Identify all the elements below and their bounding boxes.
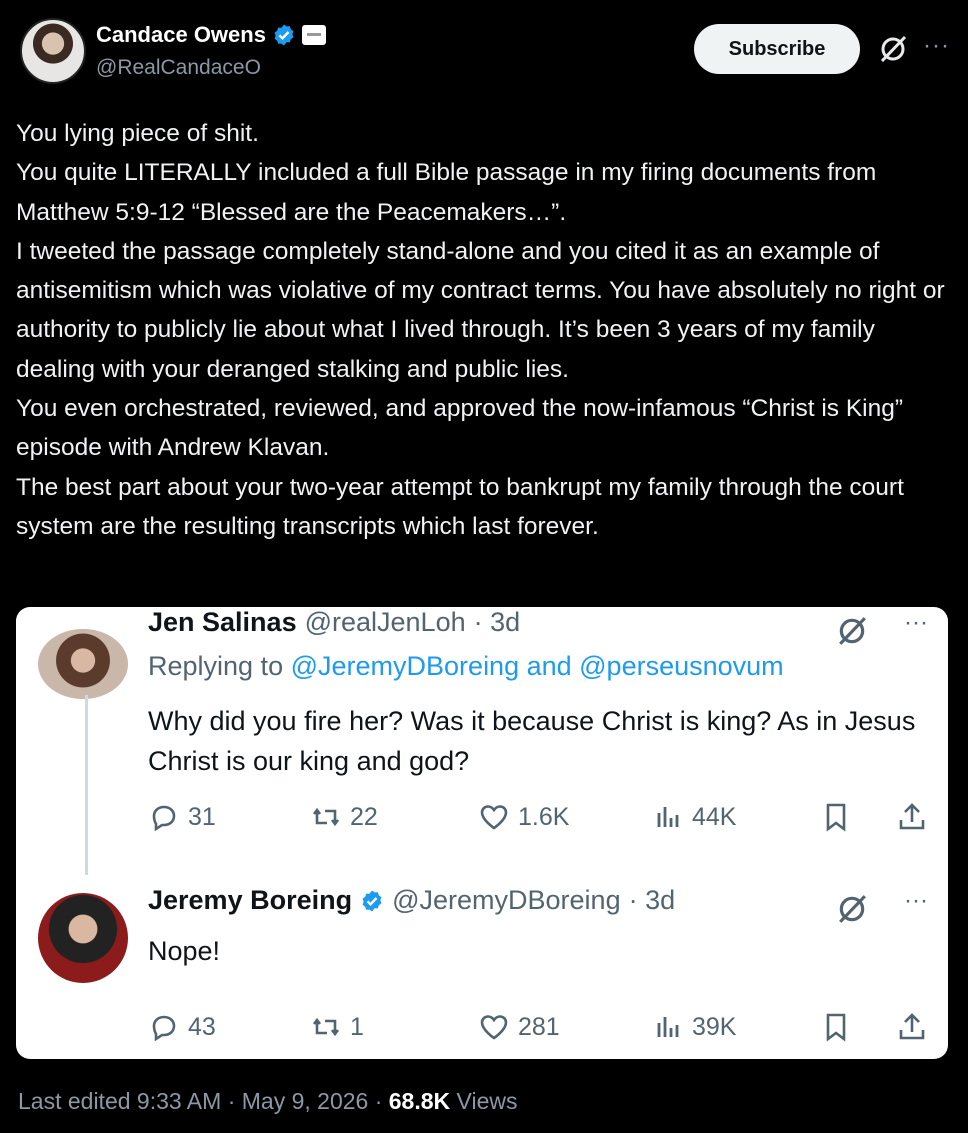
heart-icon — [480, 1015, 508, 1040]
reply1-repost-action[interactable]: 22 — [310, 801, 378, 833]
reply1-views-count: 44K — [692, 802, 737, 831]
repost-icon — [312, 807, 340, 827]
reply2-reply-action[interactable]: 43 — [148, 1011, 216, 1043]
reply1-avatar[interactable] — [38, 629, 128, 699]
verified-badge-icon — [274, 24, 294, 46]
reply1-views-action[interactable]: 44K — [652, 801, 736, 833]
reply1-bookmark-action[interactable] — [820, 801, 852, 833]
replying-prefix: Replying to — [148, 651, 284, 681]
reply2-grok-icon[interactable] — [836, 893, 868, 925]
repost-icon — [312, 1017, 340, 1037]
reply2-handle[interactable]: @JeremyDBoreing — [392, 885, 621, 916]
reply2-header: Jeremy Boreing @JeremyDBoreing · 3d — [148, 885, 675, 916]
reply1-time: · 3d — [473, 607, 521, 637]
replying-to-line: Replying to @JeremyDBoreing and @perseus… — [148, 651, 784, 682]
author-handle[interactable]: @RealCandaceO — [96, 56, 261, 80]
reply2-repost-count: 1 — [350, 1012, 364, 1041]
quoted-thread[interactable]: Jen Salinas @realJenLoh · 3d ··· Replyin… — [16, 607, 948, 1059]
reply2-reply-count: 43 — [188, 1012, 216, 1041]
more-options-icon[interactable]: ··· — [923, 32, 950, 60]
views-icon — [657, 807, 679, 827]
reply2-verified-badge-icon — [362, 890, 382, 911]
reply1-share-action[interactable] — [896, 801, 928, 833]
reply2-bookmark-action[interactable] — [820, 1011, 852, 1043]
reply2-text: Nope! — [148, 936, 221, 966]
reply1-actions: 31 22 1.6K 44K — [148, 801, 928, 841]
reply1-reply-action[interactable]: 31 — [148, 801, 216, 833]
reply-icon — [152, 1015, 176, 1042]
reply2-avatar[interactable] — [38, 893, 128, 983]
reply1-reply-count: 31 — [188, 802, 216, 831]
bookmark-icon — [826, 1013, 846, 1042]
reply1-grok-icon[interactable] — [836, 615, 868, 647]
author-name[interactable]: Candace Owens — [96, 22, 266, 48]
reply1-like-count: 1.6K — [518, 802, 570, 831]
share-icon — [899, 803, 925, 830]
reply2-actions: 43 1 281 39K — [148, 1011, 928, 1051]
reply-icon — [152, 805, 176, 832]
views-icon — [657, 1017, 679, 1037]
reply2-like-action[interactable]: 281 — [478, 1011, 560, 1043]
bookmark-icon — [826, 803, 846, 832]
post-text: You lying piece of shit. You quite LITER… — [16, 120, 945, 540]
edited-timestamp[interactable]: Last edited 9:33 AM · May 9, 2026 · — [18, 1088, 382, 1114]
share-icon — [899, 1013, 925, 1040]
post-footer: Last edited 9:33 AM · May 9, 2026 · 68.8… — [18, 1088, 517, 1115]
reply2-share-action[interactable] — [896, 1011, 928, 1043]
reply1-handle[interactable]: @realJenLoh — [305, 607, 466, 638]
replying-to-links[interactable]: @JeremyDBoreing and @perseusnovum — [291, 651, 784, 681]
affiliation-badge-icon[interactable] — [301, 25, 326, 45]
reply2-name[interactable]: Jeremy Boreing — [148, 885, 352, 916]
reply2-repost-action[interactable]: 1 — [310, 1011, 364, 1043]
reply1-text: Why did you fire her? Was it because Chr… — [148, 706, 916, 776]
reply2-more-icon[interactable]: ··· — [904, 887, 928, 915]
author-avatar[interactable] — [20, 18, 86, 84]
reply2-time: · 3d — [628, 885, 676, 915]
heart-icon — [480, 805, 508, 830]
author-name-line: Candace Owens — [96, 22, 326, 48]
views-count: 68.8K — [388, 1088, 451, 1114]
reply1-name[interactable]: Jen Salinas — [148, 607, 297, 638]
post-header: Candace Owens @RealCandaceO Subscribe ··… — [20, 18, 950, 88]
reply1-header: Jen Salinas @realJenLoh · 3d — [148, 607, 520, 638]
thread-connector-line — [85, 695, 88, 875]
reply2-views-action[interactable]: 39K — [652, 1011, 736, 1043]
grok-icon[interactable] — [878, 34, 908, 64]
views-label: Views — [456, 1088, 518, 1114]
reply1-like-action[interactable]: 1.6K — [478, 801, 569, 833]
reply2-views-count: 39K — [692, 1012, 737, 1041]
subscribe-button[interactable]: Subscribe — [694, 24, 860, 74]
reply1-more-icon[interactable]: ··· — [904, 609, 928, 637]
reply1-repost-count: 22 — [350, 802, 378, 831]
reply2-like-count: 281 — [518, 1012, 560, 1041]
